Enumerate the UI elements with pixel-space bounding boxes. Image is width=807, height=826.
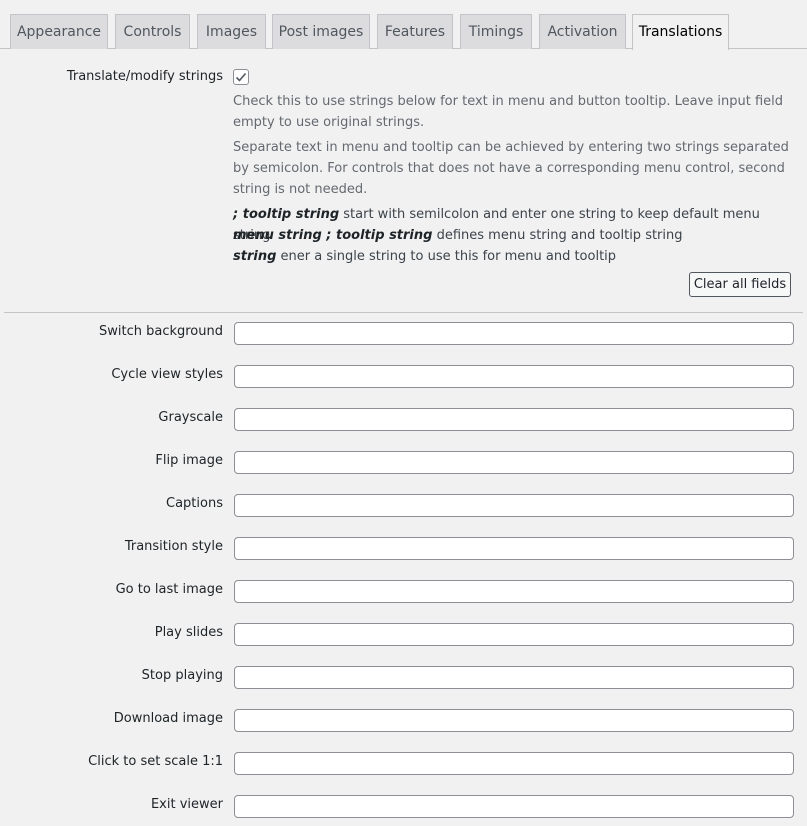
field-label: Captions (166, 496, 223, 511)
field-label: Stop playing (141, 668, 223, 683)
captions-input[interactable] (234, 494, 794, 517)
tab-appearance[interactable]: Appearance (10, 14, 108, 49)
syntax-key: string (233, 249, 277, 264)
translate-strings-label: Translate/modify strings (66, 69, 223, 84)
stop-playing-input[interactable] (234, 666, 794, 689)
download-image-input[interactable] (234, 709, 794, 732)
field-row-play-slides: Play slides (0, 623, 807, 647)
field-label: Download image (113, 711, 223, 726)
settings-tab-bar: Appearance Controls Images Post images F… (0, 0, 807, 50)
field-row-go-to-last-image: Go to last image (0, 580, 807, 604)
field-label: Grayscale (158, 410, 223, 425)
clear-all-fields-button[interactable]: Clear all fields (689, 272, 791, 297)
field-row-click-to-set-scale: Click to set scale 1:1 (0, 752, 807, 776)
syntax-key: menu string ; tooltip string (233, 228, 433, 243)
tab-features[interactable]: Features (377, 14, 453, 49)
field-label: Switch background (98, 324, 223, 339)
field-row-stop-playing: Stop playing (0, 666, 807, 690)
checkmark-icon (235, 72, 247, 82)
syntax-key: ; tooltip string (233, 207, 340, 222)
cycle-view-styles-input[interactable] (234, 365, 794, 388)
go-to-last-image-input[interactable] (234, 580, 794, 603)
field-label: Flip image (155, 453, 223, 468)
separator-description: Separate text in menu and tooltip can be… (233, 140, 789, 197)
tab-controls[interactable]: Controls (115, 14, 190, 49)
flip-image-input[interactable] (234, 451, 794, 474)
field-row-switch-background: Switch background (0, 322, 807, 346)
field-row-captions: Captions (0, 494, 807, 518)
field-label: Go to last image (115, 582, 223, 597)
field-row-grayscale: Grayscale (0, 408, 807, 432)
tab-activation[interactable]: Activation (539, 14, 626, 49)
field-row-exit-viewer: Exit viewer (0, 795, 807, 819)
syntax-text: ener a single string to use this for men… (276, 249, 617, 264)
grayscale-input[interactable] (234, 408, 794, 431)
field-label: Exit viewer (150, 797, 223, 812)
field-label: Play slides (154, 625, 223, 640)
field-label: Cycle view styles (111, 367, 223, 382)
field-row-download-image: Download image (0, 709, 807, 733)
switch-background-input[interactable] (234, 322, 794, 345)
play-slides-input[interactable] (234, 623, 794, 646)
field-label: Click to set scale 1:1 (88, 754, 223, 769)
syntax-line: string ener a single string to use this … (233, 246, 793, 267)
click-to-set-scale-input[interactable] (234, 752, 794, 775)
transition-style-input[interactable] (234, 537, 794, 560)
syntax-line: menu string ; tooltip string defines men… (233, 225, 793, 246)
tab-images[interactable]: Images (197, 14, 266, 49)
field-row-transition-style: Transition style (0, 537, 807, 561)
tab-timings[interactable]: Timings (460, 14, 532, 49)
field-row-cycle-view-styles: Cycle view styles (0, 365, 807, 389)
field-row-flip-image: Flip image (0, 451, 807, 475)
syntax-text: defines menu string and tooltip string (432, 228, 683, 243)
tab-translations[interactable]: Translations (632, 14, 729, 50)
field-label: Transition style (124, 539, 223, 554)
tab-post-images[interactable]: Post images (272, 14, 370, 49)
exit-viewer-input[interactable] (234, 795, 794, 818)
translate-strings-checkbox[interactable] (233, 69, 249, 85)
translate-description: Check this to use strings below for text… (233, 94, 784, 130)
section-divider (4, 312, 803, 313)
